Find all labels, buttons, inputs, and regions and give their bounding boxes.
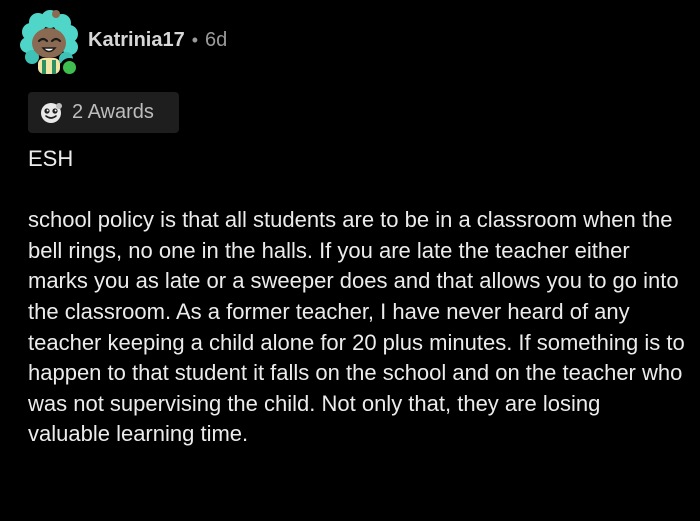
online-status-indicator: [60, 58, 79, 77]
comment-meta: Katrinia17 • 6d: [88, 29, 227, 52]
meta-separator: •: [191, 29, 199, 50]
comment-verdict: ESH: [28, 146, 74, 171]
comment-age: 6d: [205, 28, 228, 51]
username-link[interactable]: Katrinia17: [88, 29, 185, 52]
award-icon: [41, 102, 62, 123]
comment-paragraph: school policy is that all students are t…: [28, 207, 685, 447]
comment: Katrinia17 • 6d 2 Awards ESH school poli…: [0, 0, 700, 521]
comment-header: Katrinia17 • 6d: [18, 10, 227, 77]
comment-body: ESH school policy is that all students a…: [28, 144, 688, 450]
avatar[interactable]: [18, 10, 79, 77]
awards-count-label: 2 Awards: [72, 101, 154, 123]
awards-badge[interactable]: 2 Awards: [28, 92, 179, 133]
